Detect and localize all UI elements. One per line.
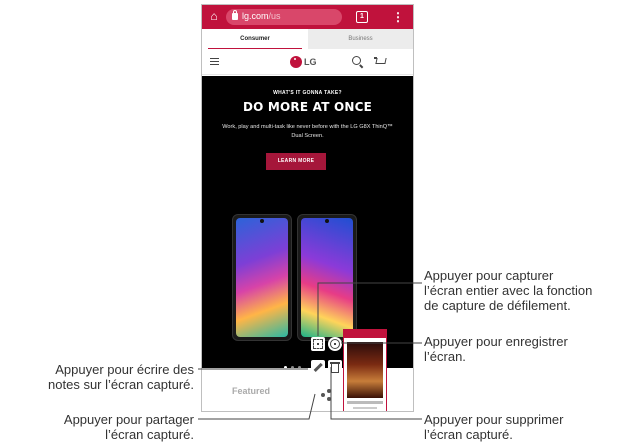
hero-description: Work, play and multi-task like never bef… <box>222 124 393 139</box>
callout-line: notes sur l’écran capturé. <box>48 377 194 392</box>
home-icon[interactable]: ⌂ <box>208 10 220 23</box>
callout-line: Appuyer pour écrire des <box>55 362 194 377</box>
hero-banner: WHAT'S IT GONNA TAKE? DO MORE AT ONCE Wo… <box>202 76 413 369</box>
camera-notch-left <box>260 219 264 223</box>
tab-business[interactable]: Business <box>308 29 413 49</box>
screen-record-frame <box>330 339 340 349</box>
share-node <box>327 389 331 393</box>
share-node <box>327 397 331 401</box>
callout-scroll-capture: Appuyer pour capturer l’écran entier ave… <box>424 268 592 313</box>
callout-line: l’écran entier avec la fonction <box>424 283 593 298</box>
address-bar[interactable]: lg.com/us <box>226 9 342 25</box>
scroll-capture-icon[interactable] <box>311 337 325 351</box>
lg-logo-mark <box>290 56 302 68</box>
featured-title: Featured <box>232 386 271 396</box>
draw-icon[interactable] <box>311 360 325 374</box>
tab-switcher-icon[interactable]: 1 <box>356 11 368 23</box>
share-node <box>321 393 325 397</box>
cart-icon[interactable] <box>374 57 385 66</box>
menu-icon[interactable] <box>210 58 219 65</box>
callout-line: Appuyer pour enregistrer <box>424 334 568 349</box>
screen-record-icon[interactable] <box>328 337 342 351</box>
site-header: LG <box>202 49 413 75</box>
callout-line: Appuyer pour partager <box>63 412 194 427</box>
phone-image-right <box>297 214 357 341</box>
callout-draw: Appuyer pour écrire des notes sur l’écra… <box>4 362 194 392</box>
overflow-menu-icon[interactable]: ⋮ <box>392 10 404 24</box>
segment-tabs: Consumer Business <box>202 29 413 49</box>
phone-screen-left <box>236 218 288 337</box>
trash-bin <box>331 364 339 373</box>
preview-caption <box>353 407 377 409</box>
callout-line: l’écran capturé. <box>105 427 194 442</box>
phone-screen: ⌂ lg.com/us 1 ⋮ Consumer Business LG WHA… <box>201 4 414 412</box>
scroll-capture-frame <box>313 339 323 349</box>
browser-toolbar: ⌂ lg.com/us 1 ⋮ <box>202 5 413 29</box>
tab-consumer[interactable]: Consumer <box>202 29 308 49</box>
preview-caption <box>347 401 383 404</box>
url-path: /us <box>268 11 281 21</box>
callout-delete: Appuyer pour supprimer l’écran capturé. <box>424 412 563 442</box>
callout-line: l’écran capturé. <box>424 427 513 442</box>
search-icon[interactable] <box>352 56 361 65</box>
callout-line: l’écran. <box>424 349 466 364</box>
callout-record: Appuyer pour enregistrer l’écran. <box>424 334 568 364</box>
hero-kicker: WHAT'S IT GONNA TAKE? <box>273 90 342 96</box>
phone-screen-right <box>301 218 353 337</box>
delete-icon[interactable] <box>328 360 342 374</box>
hero-headline: DO MORE AT ONCE <box>242 100 373 114</box>
camera-notch-right <box>325 219 329 223</box>
learn-more-button[interactable]: LEARN MORE <box>266 153 326 170</box>
url-text: lg.com/us <box>242 11 281 21</box>
pen-shape <box>313 362 323 372</box>
callout-line: de capture de défilement. <box>424 298 571 313</box>
lg-logo-text: LG <box>304 57 317 67</box>
callout-line: Appuyer pour capturer <box>424 268 554 283</box>
callout-line: Appuyer pour supprimer <box>424 412 564 427</box>
phone-image-left <box>232 214 292 341</box>
preview-image <box>347 342 383 398</box>
lock-icon <box>232 10 238 20</box>
share-icon[interactable] <box>319 388 333 402</box>
callout-share: Appuyer pour partager l’écran capturé. <box>4 412 194 442</box>
url-host: lg.com <box>242 11 269 21</box>
screenshot-preview[interactable] <box>343 329 387 411</box>
preview-header <box>344 330 386 338</box>
